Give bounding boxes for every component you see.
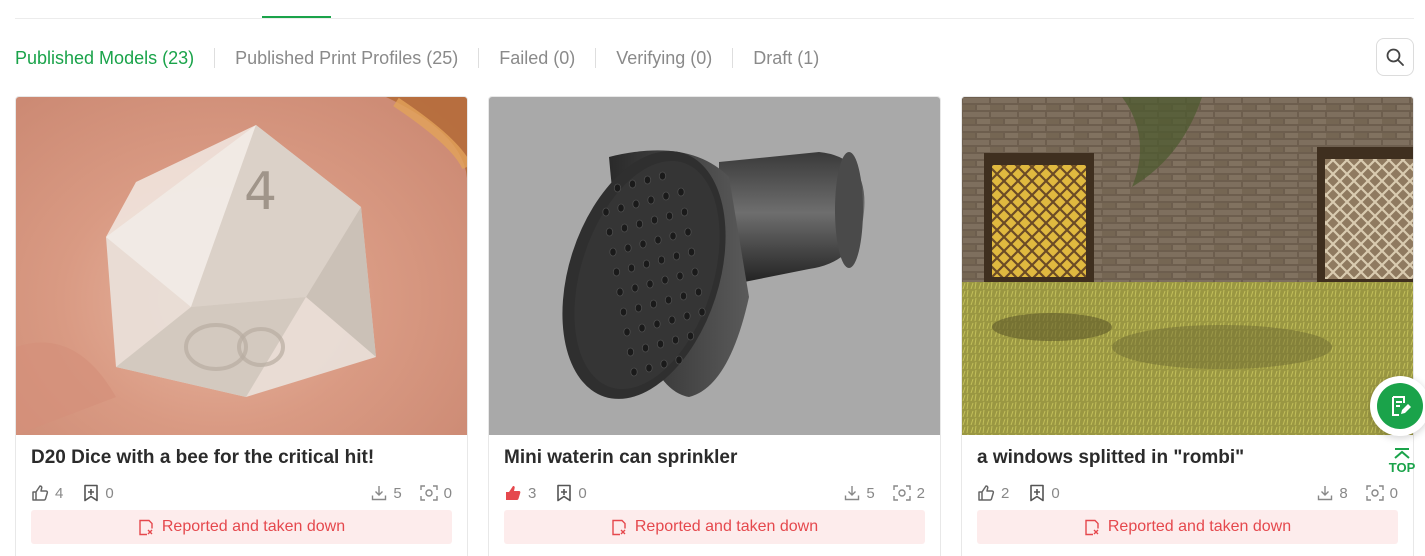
model-stats: 3 0 5 2 xyxy=(504,483,925,503)
document-remove-icon xyxy=(612,519,626,535)
tab-verifying[interactable]: Verifying (0) xyxy=(616,48,712,69)
collect-stat[interactable]: 0 xyxy=(556,484,587,502)
model-title[interactable]: D20 Dice with a bee for the critical hit… xyxy=(31,447,374,469)
search-button[interactable] xyxy=(1376,38,1414,76)
download-stat: 5 xyxy=(371,484,402,502)
reported-status-banner: Reported and taken down xyxy=(31,510,452,544)
model-card[interactable]: a windows splitted in "rombi" 2 0 8 0 Re… xyxy=(961,96,1414,556)
reported-status-banner: Reported and taken down xyxy=(504,510,925,544)
bookmark-plus-icon xyxy=(557,484,572,502)
status-text: Reported and taken down xyxy=(634,518,819,535)
tab-divider xyxy=(732,48,734,68)
status-text: Reported and taken down xyxy=(161,518,346,535)
download-count: 8 xyxy=(1339,484,1348,502)
print-stat: 2 xyxy=(892,484,925,502)
tabs-divider-line xyxy=(15,18,1414,19)
back-to-top-label: TOP xyxy=(1388,460,1416,475)
create-post-fab[interactable] xyxy=(1370,376,1425,436)
like-stat[interactable]: 3 xyxy=(504,484,536,502)
like-stat[interactable]: 4 xyxy=(31,484,63,502)
document-remove-icon xyxy=(139,519,153,535)
chevron-up-icon xyxy=(1394,448,1410,459)
download-icon xyxy=(845,486,860,501)
tab-published-print-profiles[interactable]: Published Print Profiles (25) xyxy=(235,48,458,69)
print-scan-icon xyxy=(1365,485,1384,501)
model-title[interactable]: a windows splitted in "rombi" xyxy=(977,447,1244,469)
tab-divider xyxy=(478,48,480,68)
like-count: 2 xyxy=(1001,484,1010,502)
model-stats: 2 0 8 0 xyxy=(977,483,1398,503)
download-count: 5 xyxy=(393,484,402,502)
thumbs-up-icon xyxy=(978,485,995,501)
collect-count: 0 xyxy=(578,484,587,502)
svg-text:4: 4 xyxy=(244,162,277,222)
print-count: 2 xyxy=(916,484,925,502)
thumbs-up-icon xyxy=(32,485,49,501)
download-stat: 5 xyxy=(844,484,875,502)
tab-divider xyxy=(214,48,216,68)
print-scan-icon xyxy=(892,485,911,501)
print-count: 0 xyxy=(443,484,452,502)
tab-failed[interactable]: Failed (0) xyxy=(499,48,575,69)
sprinkler-render-image xyxy=(562,150,865,399)
print-stat: 0 xyxy=(419,484,452,502)
bookmark-plus-icon xyxy=(1030,484,1045,502)
tab-draft[interactable]: Draft (1) xyxy=(753,48,819,69)
d20-dice-image: 4 xyxy=(16,97,467,435)
status-text: Reported and taken down xyxy=(1107,518,1292,535)
download-icon xyxy=(1318,486,1333,501)
reported-status-banner: Reported and taken down xyxy=(977,510,1398,544)
back-to-top-button[interactable]: TOP xyxy=(1384,446,1420,475)
download-count: 5 xyxy=(866,484,875,502)
model-status-tabs: Published Models (23) Published Print Pr… xyxy=(15,44,819,72)
model-stats: 4 0 5 0 xyxy=(31,483,452,503)
model-thumbnail[interactable]: 4 xyxy=(16,97,467,435)
bookmark-plus-icon xyxy=(84,484,99,502)
document-remove-icon xyxy=(1085,519,1099,535)
tab-divider xyxy=(595,48,597,68)
edit-note-icon xyxy=(1392,396,1411,416)
model-card[interactable]: Mini waterin can sprinkler 3 0 5 2 Repor… xyxy=(488,96,941,556)
like-count: 4 xyxy=(55,484,64,502)
collect-count: 0 xyxy=(105,484,114,502)
model-thumbnail[interactable] xyxy=(962,97,1413,435)
brick-wall-windows-image xyxy=(962,97,1413,435)
collect-stat[interactable]: 0 xyxy=(83,484,114,502)
collect-count: 0 xyxy=(1051,484,1060,502)
collect-stat[interactable]: 0 xyxy=(1029,484,1060,502)
like-count: 3 xyxy=(528,484,537,502)
search-icon xyxy=(1386,48,1404,66)
model-card[interactable]: 4 D20 Dice with a bee for the critical h… xyxy=(15,96,468,556)
print-stat: 0 xyxy=(1365,484,1398,502)
like-stat[interactable]: 2 xyxy=(977,484,1009,502)
download-icon xyxy=(372,486,387,501)
print-count: 0 xyxy=(1389,484,1398,502)
tab-published-models[interactable]: Published Models (23) xyxy=(15,48,194,69)
model-title[interactable]: Mini waterin can sprinkler xyxy=(504,447,737,469)
tab-indicator xyxy=(262,16,331,18)
thumbs-up-filled-icon xyxy=(506,486,521,500)
model-thumbnail[interactable] xyxy=(489,97,940,435)
download-stat: 8 xyxy=(1317,484,1348,502)
print-scan-icon xyxy=(419,485,438,501)
